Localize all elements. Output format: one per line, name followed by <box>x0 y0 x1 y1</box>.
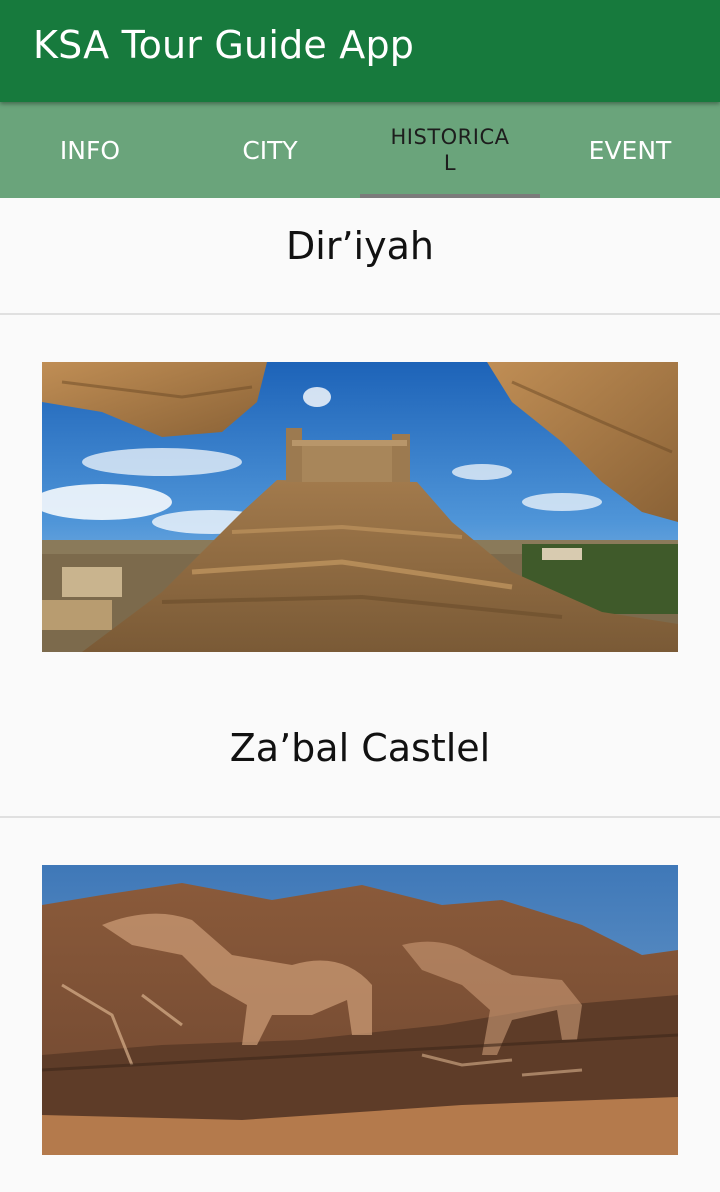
tab-info[interactable]: INFO <box>0 102 180 198</box>
rock-art-image <box>42 865 678 1155</box>
rock-art-camel-petroglyph-photo[interactable] <box>42 865 678 1155</box>
tab-indicator <box>360 194 540 198</box>
tab-city[interactable]: CITY <box>180 102 360 198</box>
item-title-diriyah[interactable]: Dir’iyah <box>0 224 720 268</box>
app-bar: KSA Tour Guide App <box>0 0 720 102</box>
tab-bar: INFO CITY HISTORICA L EVENT <box>0 102 720 198</box>
tab-historical[interactable]: HISTORICA L <box>360 102 540 198</box>
divider <box>0 816 720 818</box>
tab-event[interactable]: EVENT <box>540 102 720 198</box>
divider <box>0 313 720 315</box>
fortress-on-rock-photo[interactable] <box>42 362 678 652</box>
item-title-zabal-castle[interactable]: Za’bal Castlel <box>0 726 720 770</box>
historical-list[interactable]: Dir’iyah Za’bal Castlel <box>0 198 720 1192</box>
fortress-on-rock-image <box>42 362 678 652</box>
app-title: KSA Tour Guide App <box>33 23 415 67</box>
